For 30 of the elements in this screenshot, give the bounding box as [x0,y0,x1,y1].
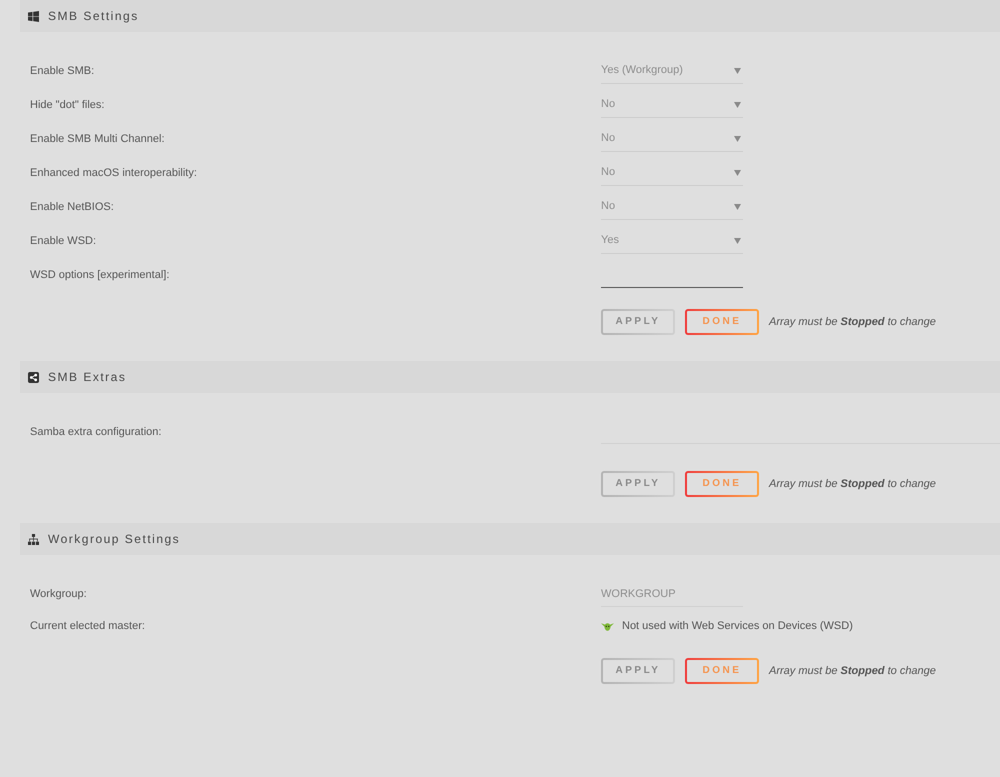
dropdown-caret-icon [734,238,741,244]
notice-text: Array must be Stopped to change [769,664,936,679]
dropdown-caret-icon [734,68,741,74]
done-button[interactable]: DONE [685,658,759,684]
done-button[interactable]: DONE [685,309,759,335]
field-label: Enable SMB Multi Channel: [30,132,166,147]
sitemap-icon [28,534,39,544]
dropdown-caret-icon [734,102,741,108]
share-icon [28,372,39,382]
field-label: Hide "dot" files: [30,98,106,113]
field-label: Workgroup: [30,587,88,602]
notice-text: Array must be Stopped to change [769,476,936,492]
section-title: Workgroup Settings [48,533,180,545]
notice-text: Array must be Stopped to change [769,314,936,330]
field-label: Current elected master: [30,619,146,634]
field-label: Enable NetBIOS: [30,200,115,215]
window-grid-icon [28,10,39,22]
dropdown-caret-icon [734,170,741,176]
done-button[interactable]: DONE [685,471,759,497]
dropdown-caret-icon [734,204,741,210]
creature-head-icon [601,622,614,630]
section-title: SMB Extras [48,371,126,383]
field-label: Enhanced macOS interoperability: [30,166,198,181]
field-label: WSD options [experimental]: [30,268,170,283]
field-label: Samba extra configuration: [30,425,162,440]
field-label: Enable WSD: [30,234,98,249]
dropdown-caret-icon [734,136,741,142]
status-text: Not used with Web Services on Devices (WSD) [622,618,853,634]
section-title: SMB Settings [48,10,139,22]
field-label: Enable SMB: [30,64,96,79]
